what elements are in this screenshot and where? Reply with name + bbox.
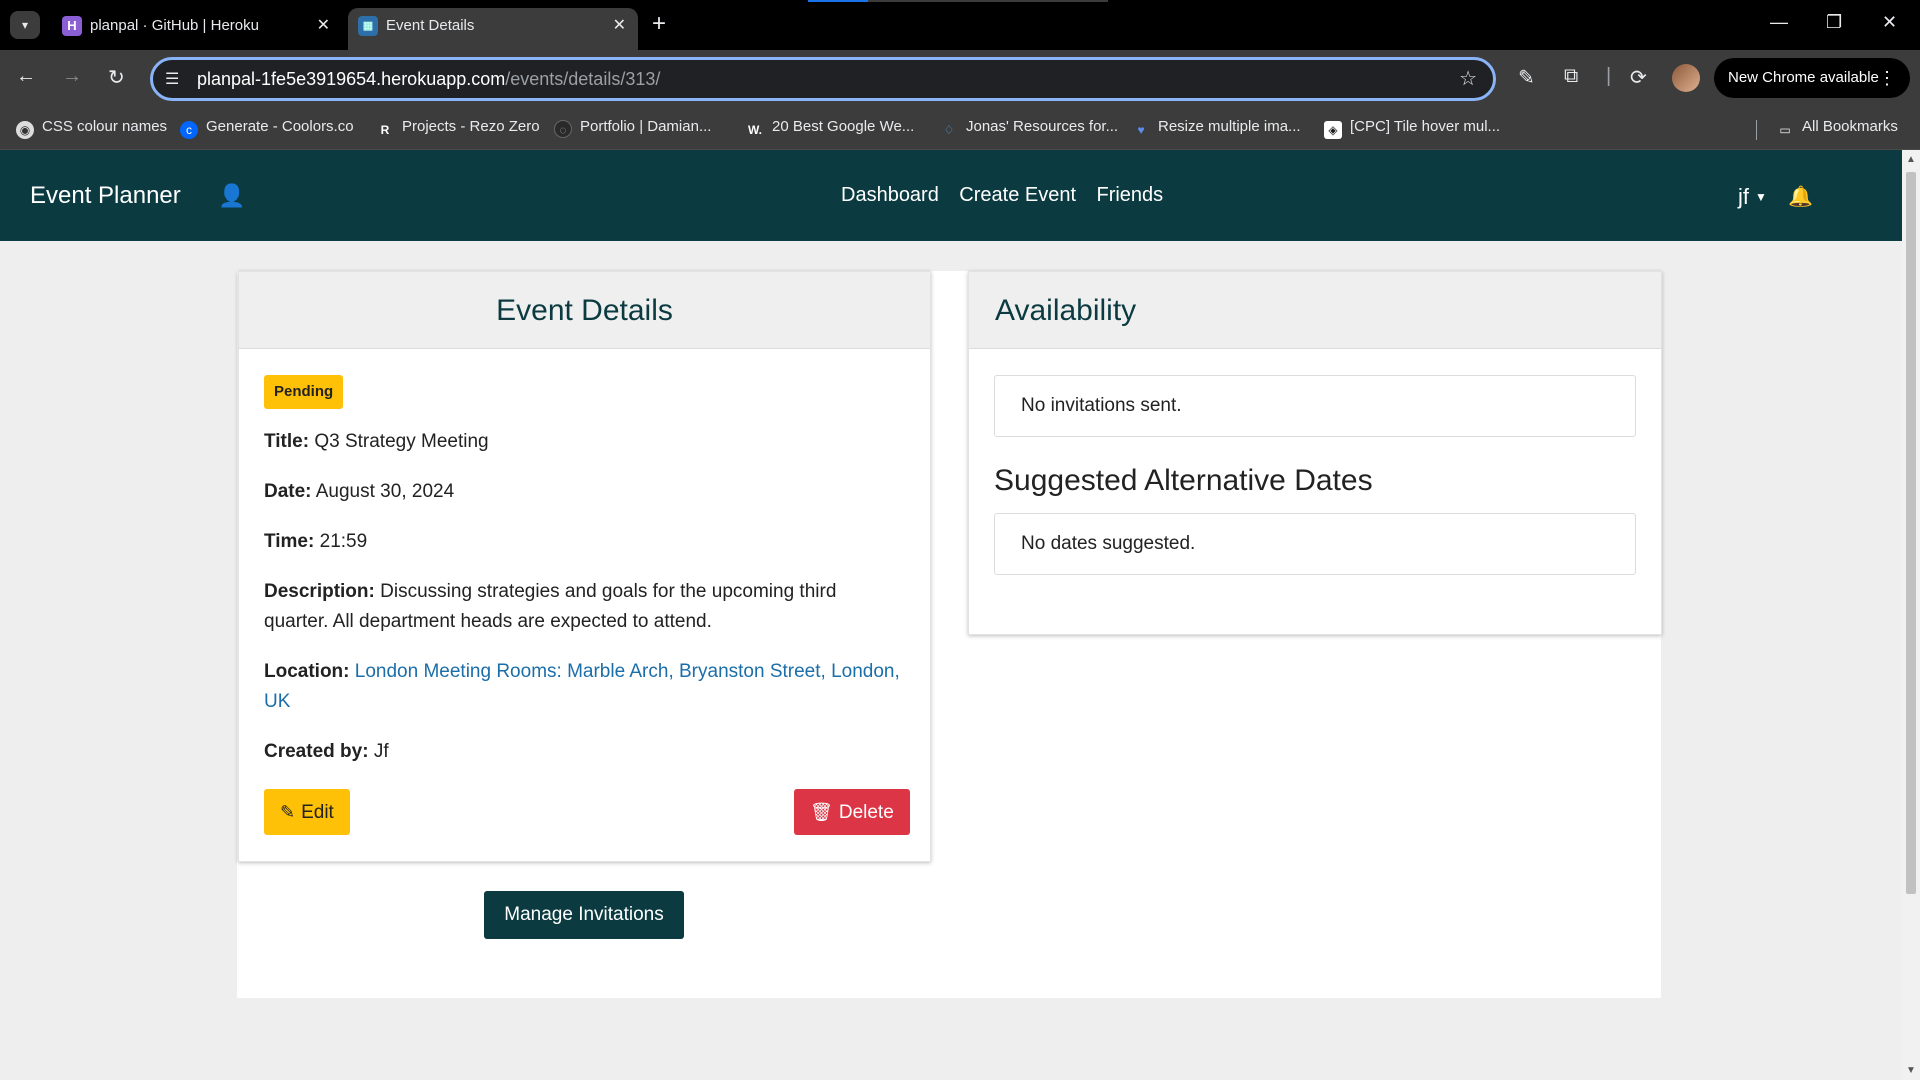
close-icon[interactable]: ✕ bbox=[613, 15, 626, 35]
suggested-dates-heading: Suggested Alternative Dates bbox=[994, 464, 1373, 497]
nav-friends[interactable]: Friends bbox=[1096, 184, 1163, 206]
edit-button[interactable]: ✎ Edit bbox=[264, 789, 350, 835]
invitations-list: No invitations sent. bbox=[994, 375, 1636, 437]
caret-down-icon: ▼ bbox=[1755, 190, 1767, 204]
event-created-by-field: Created by: Jf bbox=[264, 741, 389, 762]
new-tab-button[interactable]: + bbox=[652, 10, 666, 38]
bookmark-portfolio-damian[interactable]: ◌ Portfolio | Damian... bbox=[554, 118, 711, 138]
tab-search-button[interactable]: ▾ bbox=[10, 11, 40, 39]
chrome-update-button[interactable]: New Chrome available ⋮ bbox=[1714, 58, 1910, 98]
globe-icon: ◉ bbox=[16, 121, 34, 139]
bookmarks-divider bbox=[1756, 120, 1757, 140]
bookmark-google-web-fonts[interactable]: W. 20 Best Google We... bbox=[746, 118, 914, 139]
scrollbar-thumb[interactable] bbox=[1906, 172, 1916, 894]
site-navbar: Event Planner 👤 Dashboard Create Event F… bbox=[0, 150, 1920, 241]
browser-toolbar: ← → ↻ ☰ planpal-1fe5e3919654.herokuapp.c… bbox=[0, 50, 1920, 108]
location-link[interactable]: London Meeting Rooms: Marble Arch, Bryan… bbox=[264, 661, 900, 712]
close-icon[interactable]: ✕ bbox=[317, 15, 330, 35]
event-description-field: Description: Discussing strategies and g… bbox=[264, 581, 837, 632]
coolors-icon: c bbox=[180, 121, 198, 139]
extensions-puzzle-icon[interactable]: ⧉ bbox=[1564, 65, 1578, 88]
page-favicon-icon: ▦ bbox=[358, 16, 378, 36]
trash-icon: 🗑 bbox=[810, 802, 833, 822]
loading-indicator bbox=[808, 0, 1108, 2]
nav-create-event[interactable]: Create Event bbox=[959, 184, 1076, 206]
availability-heading: Availability bbox=[995, 294, 1137, 327]
w-icon: W. bbox=[748, 123, 762, 137]
toolbar-divider: | bbox=[1606, 65, 1612, 87]
bookmark-css-colour-names[interactable]: ◉ CSS colour names bbox=[16, 118, 167, 139]
bookmark-star-icon[interactable]: ☆ bbox=[1459, 66, 1477, 91]
event-title-field: Title: Q3 Strategy Meeting bbox=[264, 431, 489, 452]
suggested-dates-list: No dates suggested. bbox=[994, 513, 1636, 575]
edit-icon: ✎ bbox=[280, 802, 296, 822]
status-badge: Pending bbox=[264, 375, 344, 409]
address-bar[interactable]: ☰ planpal-1fe5e3919654.herokuapp.com/eve… bbox=[150, 57, 1496, 101]
availability-card: Availability No invitations sent. Sugges… bbox=[968, 271, 1662, 635]
back-arrow-icon[interactable]: ← bbox=[16, 65, 36, 88]
url-text[interactable]: planpal-1fe5e3919654.herokuapp.com/event… bbox=[197, 69, 660, 90]
all-bookmarks[interactable]: ▭ All Bookmarks bbox=[1776, 118, 1898, 139]
bookmark-jonas-resources[interactable]: ♢ Jonas' Resources for... bbox=[940, 118, 1119, 139]
browser-tab-bar: ▾ H planpal · GitHub | Heroku ✕ ▦ Event … bbox=[0, 0, 1920, 50]
folder-icon: ▭ bbox=[1779, 123, 1791, 137]
rezo-zero-icon: R bbox=[380, 123, 390, 137]
browser-tab-event-details[interactable]: ▦ Event Details ✕ bbox=[348, 8, 638, 50]
event-details-card: Event Details Pending Title: Q3 Strategy… bbox=[238, 271, 931, 862]
event-time-field: Time: 21:59 bbox=[264, 531, 368, 552]
more-menu-icon[interactable]: ⋮ bbox=[1878, 58, 1896, 98]
delete-button[interactable]: 🗑 Delete bbox=[794, 789, 910, 835]
heroku-icon: H bbox=[62, 16, 82, 36]
bookmark-coolors[interactable]: c Generate - Coolors.co bbox=[180, 118, 354, 139]
minimize-icon[interactable]: — bbox=[1770, 12, 1788, 33]
bookmark-cpc-tile-hover[interactable]: ◈ [CPC] Tile hover mul... bbox=[1324, 118, 1500, 139]
nav-dashboard[interactable]: Dashboard bbox=[841, 184, 939, 206]
restore-icon[interactable]: ❐ bbox=[1826, 12, 1842, 33]
event-location-field: Location: London Meeting Rooms: Marble A… bbox=[264, 661, 900, 712]
diamond-icon: ♢ bbox=[943, 123, 955, 137]
codepen-icon: ◈ bbox=[1324, 121, 1342, 139]
main-nav: Dashboard Create Event Friends bbox=[841, 184, 1179, 207]
bookmark-resize-images[interactable]: ♥ Resize multiple ima... bbox=[1132, 118, 1300, 139]
card-header: Availability bbox=[969, 272, 1661, 349]
brand-logo[interactable]: Event Planner bbox=[30, 182, 181, 210]
scroll-down-icon[interactable]: ▼ bbox=[1906, 1065, 1916, 1076]
tab-title: Event Details bbox=[386, 17, 475, 34]
eyedropper-icon[interactable]: ✎ bbox=[1518, 65, 1535, 90]
user-cog-icon[interactable]: 👤 bbox=[218, 183, 245, 209]
heart-icon: ♥ bbox=[1137, 123, 1145, 137]
bookmark-rezo-zero[interactable]: R Projects - Rezo Zero bbox=[376, 118, 540, 139]
bookmarks-bar: ◉ CSS colour names c Generate - Coolors.co… bbox=[0, 108, 1920, 150]
tab-title: planpal · GitHub | Heroku bbox=[90, 17, 259, 34]
scroll-up-icon[interactable]: ▲ bbox=[1906, 154, 1916, 165]
profile-avatar[interactable] bbox=[1672, 64, 1700, 92]
event-date-field: Date: August 30, 2024 bbox=[264, 481, 455, 502]
page-scrollbar[interactable]: ▲ ▼ bbox=[1902, 150, 1920, 1080]
portfolio-icon: ◌ bbox=[554, 120, 572, 138]
bell-icon[interactable]: 🔔 bbox=[1788, 184, 1813, 209]
card-header: Event Details bbox=[239, 272, 930, 349]
performance-icon[interactable]: ⟳ bbox=[1630, 65, 1647, 90]
user-dropdown[interactable]: jf ▼ bbox=[1738, 184, 1767, 210]
event-details-heading: Event Details bbox=[496, 294, 673, 327]
manage-invitations-button[interactable]: Manage Invitations bbox=[484, 891, 684, 939]
reload-icon[interactable]: ↻ bbox=[108, 65, 125, 90]
site-info-icon[interactable]: ☰ bbox=[165, 69, 179, 89]
browser-tab-heroku[interactable]: H planpal · GitHub | Heroku ✕ bbox=[52, 8, 342, 50]
close-window-icon[interactable]: ✕ bbox=[1882, 12, 1897, 33]
forward-arrow-icon[interactable]: → bbox=[62, 65, 82, 88]
